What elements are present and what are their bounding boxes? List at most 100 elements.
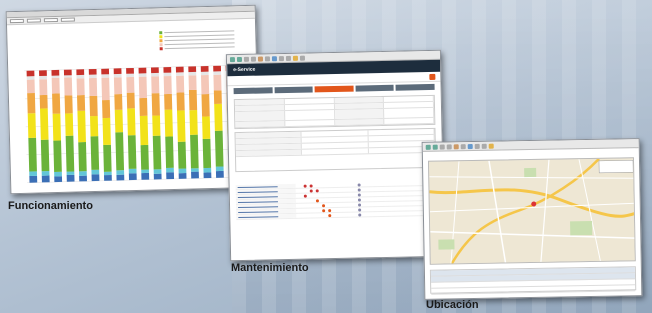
bar-segment	[164, 93, 173, 110]
bar-segment	[139, 97, 148, 116]
bar-segment	[101, 68, 110, 75]
bar-segment	[153, 169, 162, 174]
status-dot-icon	[357, 198, 361, 202]
tab-maintenance[interactable]	[314, 85, 354, 93]
bar-segment	[28, 137, 37, 172]
bar-segment	[215, 166, 224, 172]
bar-segment	[126, 67, 134, 74]
bar-segment	[91, 174, 100, 182]
bar-segment	[29, 175, 38, 183]
bar-segment	[51, 69, 60, 76]
stacked-bar-chart	[24, 64, 254, 184]
bar-segment	[26, 79, 35, 94]
bar-segment	[76, 74, 85, 79]
bar-segment	[191, 171, 199, 179]
bar-segment	[166, 167, 174, 173]
bar-segment	[104, 174, 112, 181]
bar-segment	[89, 77, 98, 97]
status-dot-icon	[357, 193, 361, 197]
location-table	[429, 266, 637, 295]
bar-segment	[79, 171, 87, 176]
bar-segment	[188, 75, 197, 91]
tab-1[interactable]	[233, 87, 273, 95]
maintenance-plan-table	[230, 180, 444, 221]
caption-location: Ubicación	[426, 299, 479, 311]
status-dot-icon	[315, 199, 319, 203]
bar-segment	[127, 108, 136, 136]
parts-grid	[234, 127, 437, 173]
bar-segment	[200, 74, 210, 95]
bar-segment	[151, 76, 160, 94]
bar-segment	[39, 79, 48, 96]
bar-segment	[152, 135, 162, 170]
bar-segment	[188, 66, 197, 73]
bar-segment	[152, 115, 161, 136]
map-drawing	[428, 157, 636, 265]
bar-segment	[213, 71, 222, 75]
status-dot-icon	[328, 214, 332, 218]
bar-segment	[114, 109, 124, 133]
bar-segment	[65, 135, 75, 172]
tab-4[interactable]	[355, 84, 395, 92]
bar-segment	[101, 74, 110, 78]
tab-2[interactable]	[274, 86, 313, 94]
status-dot-icon	[315, 189, 319, 193]
bar-segment	[176, 75, 185, 93]
bar-segment	[39, 94, 48, 109]
status-dot-icon	[358, 213, 362, 217]
bar-segment	[64, 75, 72, 78]
bar-segment	[126, 92, 135, 109]
bar-segment	[65, 113, 74, 136]
bar-segment	[54, 171, 62, 177]
bar-segment	[175, 66, 184, 73]
bar-segment	[89, 95, 98, 117]
bar-segment	[77, 110, 86, 143]
status-dot-icon	[322, 204, 326, 208]
bar-segment	[103, 171, 112, 176]
bar-segment	[64, 95, 73, 114]
bar-segment	[52, 93, 61, 114]
bar-segment	[102, 117, 111, 145]
bar-segment	[177, 110, 186, 142]
bar-segment	[77, 95, 86, 111]
status-dot-icon	[357, 183, 361, 187]
bar-segment	[140, 144, 149, 170]
bar-segment	[189, 110, 198, 135]
close-icon[interactable]	[429, 73, 436, 81]
bar-segment	[113, 73, 122, 78]
bar-segment	[90, 115, 99, 137]
street-map[interactable]	[427, 157, 636, 265]
bar-segment	[52, 113, 62, 141]
bar-segment	[188, 89, 198, 111]
bar-segment	[165, 136, 174, 168]
bar-segment	[163, 72, 172, 77]
bar-segment	[190, 168, 199, 172]
bar-segment	[190, 134, 199, 169]
bar-segment	[116, 174, 125, 181]
status-dot-icon	[357, 188, 361, 192]
bar-segment	[66, 174, 75, 182]
bar-segment	[151, 93, 160, 116]
bar-segment	[214, 130, 224, 167]
bar-segment	[203, 172, 212, 179]
bar-segment	[39, 75, 47, 80]
bar-segment	[164, 109, 173, 137]
bar-segment	[141, 172, 150, 180]
bar-segment	[101, 77, 110, 101]
bar-segment	[177, 141, 187, 169]
bar-segment	[200, 71, 209, 76]
bar-segment	[51, 75, 60, 78]
bar-segment	[163, 75, 172, 95]
bar-segment	[202, 138, 212, 169]
status-dot-icon	[322, 209, 326, 213]
status-dot-icon	[303, 194, 307, 198]
bar-segment	[188, 71, 197, 76]
tab-5[interactable]	[395, 83, 435, 91]
bar-segment	[138, 67, 147, 74]
operation-screenshot	[5, 4, 261, 195]
bar-segment	[114, 94, 123, 110]
bar-segment	[91, 169, 100, 175]
bar-segment	[176, 92, 185, 111]
bar-segment	[128, 168, 137, 174]
bar-segment	[115, 132, 125, 171]
